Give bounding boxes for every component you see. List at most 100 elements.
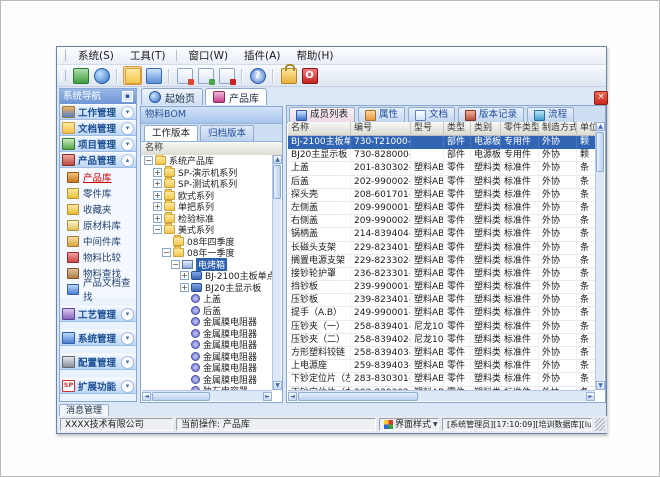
table-row[interactable]: 探头壳208-601701-01X塑料ABS零件塑料类标准件外协条 bbox=[288, 189, 595, 202]
tab-working-version[interactable]: 工作版本 bbox=[144, 125, 198, 141]
scroll-down-icon[interactable]: ▼ bbox=[596, 381, 605, 390]
table-horizontal-scrollbar[interactable]: ◄ ► bbox=[288, 390, 595, 401]
nav-group-0[interactable]: 工作管理▾ bbox=[60, 104, 136, 120]
close-tab-icon[interactable]: × bbox=[594, 91, 608, 105]
scroll-thumb[interactable] bbox=[596, 132, 604, 172]
tab-member-list[interactable]: 成员列表 bbox=[289, 107, 355, 122]
toolbar-grip[interactable] bbox=[61, 70, 66, 81]
scroll-left-icon[interactable]: ◄ bbox=[288, 392, 297, 401]
mail-delete-button[interactable] bbox=[217, 66, 236, 85]
tab-version-record[interactable]: 版本记录 bbox=[458, 107, 524, 122]
scroll-thumb[interactable] bbox=[152, 392, 210, 401]
expand-icon[interactable]: + bbox=[153, 214, 162, 223]
tab-archived-version[interactable]: 归档版本 bbox=[200, 125, 254, 141]
menu-item-4[interactable]: 帮助(H) bbox=[288, 47, 341, 64]
menu-item-3[interactable]: 插件(A) bbox=[236, 47, 288, 64]
scroll-right-icon[interactable]: ► bbox=[263, 392, 272, 401]
lock-button[interactable] bbox=[279, 66, 298, 85]
sidebar-item-7[interactable]: 产品文档查找 bbox=[60, 281, 136, 297]
tab-document[interactable]: 文档 bbox=[408, 107, 455, 122]
table-row[interactable]: 下钞定位片（左）283-830301-00X塑料ABS零件塑料类标准件外协条 bbox=[288, 373, 595, 386]
mail-new-button[interactable] bbox=[175, 66, 194, 85]
column-header[interactable]: 编号 bbox=[351, 122, 411, 136]
chevron-up-icon[interactable]: ▴ bbox=[121, 154, 134, 167]
table-row[interactable]: 挡钞板239-990001-01X塑料ABS零件塑料类标准件外协条 bbox=[288, 281, 595, 294]
column-header[interactable]: 类别 bbox=[471, 122, 501, 136]
table-row[interactable]: 右侧盖209-990002-01X塑料ABS零件塑料类标准件外协条 bbox=[288, 215, 595, 228]
doc-tab-start-page[interactable]: 起始页 bbox=[141, 88, 203, 105]
chevron-down-icon[interactable]: ▾ bbox=[121, 308, 134, 321]
expand-icon[interactable]: + bbox=[180, 271, 189, 280]
nav-group-1[interactable]: 文档管理▾ bbox=[60, 120, 136, 136]
sidebar-item-0[interactable]: 产品库 bbox=[60, 169, 136, 185]
nav-group-3[interactable]: 产品管理▴ bbox=[60, 152, 136, 168]
nav-group-5[interactable]: 系统管理▾ bbox=[60, 330, 136, 346]
table-row[interactable]: 锅柄盖214-839404-01X塑料ABS零件塑料类标准件外协条 bbox=[288, 228, 595, 241]
column-header[interactable]: 零件类型 bbox=[501, 122, 539, 136]
sidebar-options-icon[interactable]: ▪ bbox=[122, 91, 133, 102]
sidebar-item-3[interactable]: 原材料库 bbox=[60, 217, 136, 233]
collapse-icon[interactable]: − bbox=[171, 260, 180, 269]
menu-item-1[interactable]: 工具(T) bbox=[122, 47, 174, 64]
column-header[interactable]: 类型 bbox=[444, 122, 471, 136]
table-row[interactable]: 后盖202-990002-01X塑料ABS零件塑料类标准件外协条 bbox=[288, 176, 595, 189]
column-header[interactable]: 制造方式 bbox=[539, 122, 577, 136]
column-header[interactable]: 单位 bbox=[577, 122, 595, 136]
chevron-down-icon[interactable]: ▾ bbox=[121, 356, 134, 369]
web-button[interactable] bbox=[92, 66, 111, 85]
chevron-down-icon[interactable]: ▾ bbox=[121, 332, 134, 345]
expand-icon[interactable]: + bbox=[153, 179, 162, 188]
bom-monitor-button[interactable] bbox=[144, 66, 163, 85]
resize-grip[interactable] bbox=[595, 418, 605, 431]
table-row[interactable]: 压钞夹（二）258-839402-00X尼龙1010零件塑料类标准件外协条 bbox=[288, 334, 595, 347]
table-row[interactable]: 上盖201-830302-00X塑料ABS零件塑料类标准件外协条 bbox=[288, 162, 595, 175]
scroll-right-icon[interactable]: ► bbox=[586, 392, 595, 401]
expand-icon[interactable]: + bbox=[153, 191, 162, 200]
scroll-thumb[interactable] bbox=[298, 392, 418, 401]
table-row[interactable]: 压钞板239-823401-00X塑料ABS零件塑料类标准件外协条 bbox=[288, 294, 595, 307]
table-row[interactable]: BJ20主显示板730-828000-04X部件电源板专用件外协颗 bbox=[288, 149, 595, 162]
table-row[interactable]: 左侧盖209-990001-01X塑料ABS零件塑料类标准件外协条 bbox=[288, 202, 595, 215]
sidebar-item-4[interactable]: 中间件库 bbox=[60, 233, 136, 249]
menu-item-0[interactable]: 系统(S) bbox=[70, 47, 122, 64]
menu-item-2[interactable]: 窗口(W) bbox=[180, 47, 236, 64]
scroll-thumb[interactable] bbox=[273, 165, 281, 199]
tree-vertical-scrollbar[interactable]: ▲ ▼ bbox=[272, 155, 281, 390]
nav-group-6[interactable]: 配置管理▾ bbox=[60, 354, 136, 370]
sidebar-item-1[interactable]: 零件库 bbox=[60, 185, 136, 201]
table-row[interactable]: 提手（A.B）249-990001-01X塑料ABS零件塑料类标准件外协条 bbox=[288, 307, 595, 320]
tab-workflow[interactable]: 流程 bbox=[527, 107, 574, 122]
sidebar-item-5[interactable]: 物料比较 bbox=[60, 249, 136, 265]
menubar-grip[interactable] bbox=[61, 50, 66, 61]
table-row[interactable]: 上电源座259-839403-00X塑料ABS零件塑料类标准件外协条 bbox=[288, 360, 595, 373]
scroll-up-icon[interactable]: ▲ bbox=[273, 155, 282, 164]
chevron-down-icon[interactable]: ▾ bbox=[121, 380, 134, 393]
table-row[interactable]: 方形塑料铰链258-839403-00X塑料ABS零件塑料类标准件外协条 bbox=[288, 347, 595, 360]
scroll-left-icon[interactable]: ◄ bbox=[142, 392, 151, 401]
doc-tab-product-library[interactable]: 产品库 bbox=[205, 88, 267, 105]
tree-horizontal-scrollbar[interactable]: ◄ ► bbox=[142, 390, 272, 401]
nav-group-2[interactable]: 项目管理▾ bbox=[60, 136, 136, 152]
folder-open-button[interactable] bbox=[123, 66, 142, 85]
table-row[interactable]: BJ-2100主板单点730-T21000-12X部件电源板专用件外协颗 bbox=[288, 136, 595, 149]
collapse-icon[interactable]: − bbox=[153, 225, 162, 234]
chevron-down-icon[interactable]: ▾ bbox=[121, 122, 134, 135]
table-vertical-scrollbar[interactable]: ▲ ▼ bbox=[595, 122, 604, 390]
chevron-down-icon[interactable]: ▾ bbox=[121, 106, 134, 119]
table-row[interactable]: 压钞夹（一）258-839401-00X尼龙1010零件塑料类标准件外协条 bbox=[288, 321, 595, 334]
collapse-icon[interactable]: − bbox=[162, 248, 171, 257]
mail-check-button[interactable] bbox=[196, 66, 215, 85]
table-row[interactable]: 接钞轮护罩236-823301-00X塑料ABS零件塑料类标准件外协条 bbox=[288, 268, 595, 281]
expand-icon[interactable]: + bbox=[153, 202, 162, 211]
tab-attribute[interactable]: 属性 bbox=[358, 107, 405, 122]
help-button[interactable]: ? bbox=[248, 66, 267, 85]
nav-group-7[interactable]: SP扩展功能▾ bbox=[60, 378, 136, 394]
logout-button[interactable]: O bbox=[300, 66, 319, 85]
column-header[interactable]: 型号 bbox=[411, 122, 444, 136]
nav-group-4[interactable]: 工艺管理▾ bbox=[60, 306, 136, 322]
sidebar-item-2[interactable]: 收藏夹 bbox=[60, 201, 136, 217]
expand-icon[interactable]: + bbox=[153, 168, 162, 177]
collapse-icon[interactable]: − bbox=[144, 156, 153, 165]
chevron-down-icon[interactable]: ▾ bbox=[121, 138, 134, 151]
scroll-up-icon[interactable]: ▲ bbox=[596, 122, 605, 131]
